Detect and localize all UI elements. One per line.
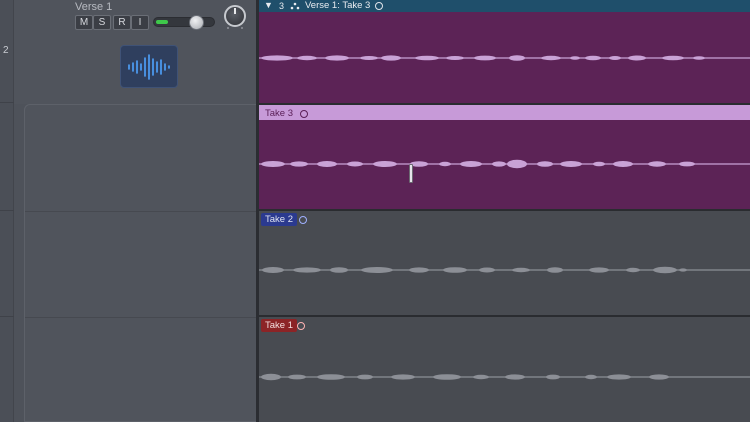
- take-1-label[interactable]: Take 1: [261, 319, 297, 332]
- loop-icon[interactable]: [299, 216, 307, 224]
- take-lane-take-3[interactable]: Take 3: [259, 105, 750, 210]
- loop-icon[interactable]: [297, 322, 305, 330]
- take-1-waveform: [259, 373, 750, 381]
- disclosure-triangle-icon[interactable]: ▼: [264, 0, 273, 11]
- take-2-label[interactable]: Take 2: [261, 213, 297, 226]
- input-monitoring-button[interactable]: I: [131, 15, 149, 30]
- take-lane-take-1[interactable]: Take 1: [259, 317, 750, 422]
- pan-knob[interactable]: [224, 5, 246, 27]
- track-name[interactable]: Verse 1: [75, 1, 112, 13]
- solo-button[interactable]: S: [93, 15, 111, 30]
- swipe-cursor-handle[interactable]: [409, 164, 413, 183]
- loop-icon[interactable]: [375, 2, 383, 10]
- mute-button[interactable]: M: [75, 15, 93, 30]
- volume-slider-handle[interactable]: [189, 15, 204, 30]
- comp-waveform: [259, 55, 750, 61]
- track-header-panel: 2 Verse 1 M S R I: [0, 0, 259, 422]
- track-number: 2: [3, 45, 9, 56]
- quick-swipe-comping-icon[interactable]: [290, 2, 300, 10]
- strip-divider: [0, 210, 14, 211]
- volume-slider[interactable]: [153, 17, 215, 27]
- tracks-area[interactable]: ▼ 3 Verse 1: Take 3 Take 3 Take 2 Take 1: [259, 0, 750, 422]
- record-enable-button[interactable]: R: [113, 15, 131, 30]
- inspector-divider: [25, 317, 259, 318]
- strip-divider: [0, 102, 14, 103]
- inspector-divider: [25, 211, 259, 212]
- take-folder-header[interactable]: ▼ 3 Verse 1: Take 3: [259, 0, 750, 12]
- loop-icon[interactable]: [300, 110, 308, 118]
- pan-knob-scale: [227, 27, 243, 30]
- volume-meter: [156, 20, 168, 24]
- take-folder-name[interactable]: Verse 1: Take 3: [305, 0, 370, 11]
- take-lane-take-2[interactable]: Take 2: [259, 211, 750, 316]
- take-3-header-bar[interactable]: [259, 105, 750, 120]
- track-header[interactable]: Verse 1 M S R I: [14, 0, 258, 104]
- strip-divider: [0, 316, 14, 317]
- track-number-strip: 2: [0, 0, 14, 422]
- audio-waveform-icon[interactable]: [120, 45, 178, 88]
- pan-knob-indicator: [234, 8, 236, 14]
- track-inspector-area: [24, 104, 259, 422]
- comp-region[interactable]: [259, 12, 750, 103]
- take-count: 3: [279, 1, 285, 11]
- take-2-waveform: [259, 266, 750, 274]
- take-3-label[interactable]: Take 3: [261, 107, 297, 120]
- take-3-waveform: [259, 159, 750, 169]
